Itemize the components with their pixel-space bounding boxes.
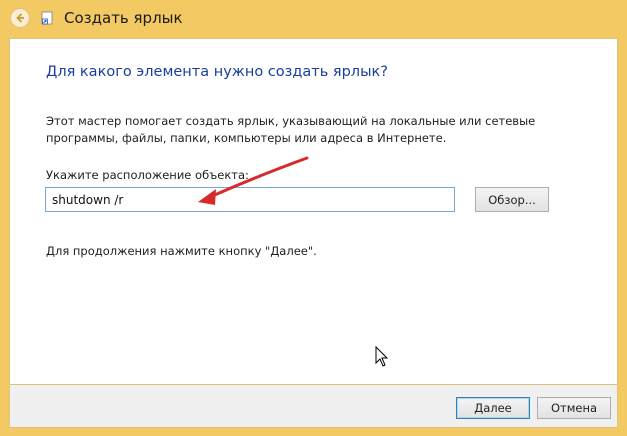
back-button[interactable]	[10, 8, 30, 28]
location-label: Укажите расположение объекта:	[46, 168, 249, 182]
location-input[interactable]	[45, 187, 455, 212]
wizard-footer: Далее Отмена	[9, 385, 618, 428]
create-shortcut-window: Создать ярлык Для какого элемента нужно …	[0, 0, 627, 436]
title-bar: Создать ярлык	[0, 0, 627, 38]
page-heading: Для какого элемента нужно создать ярлык?	[46, 64, 388, 80]
browse-button[interactable]: Обзор...	[475, 187, 549, 212]
wizard-description: Этот мастер помогает создать ярлык, указ…	[46, 114, 536, 145]
cancel-button[interactable]: Отмена	[537, 397, 611, 419]
annotation-arrow	[198, 156, 309, 205]
continue-hint: Для продолжения нажмите кнопку "Далее".	[46, 244, 317, 258]
next-button[interactable]: Далее	[456, 397, 530, 419]
back-arrow-icon	[16, 13, 24, 23]
wizard-content: Для какого элемента нужно создать ярлык?…	[9, 38, 618, 385]
mouse-cursor-icon	[375, 346, 389, 367]
window-title: Создать ярлык	[64, 9, 183, 27]
shortcut-icon	[41, 11, 53, 25]
